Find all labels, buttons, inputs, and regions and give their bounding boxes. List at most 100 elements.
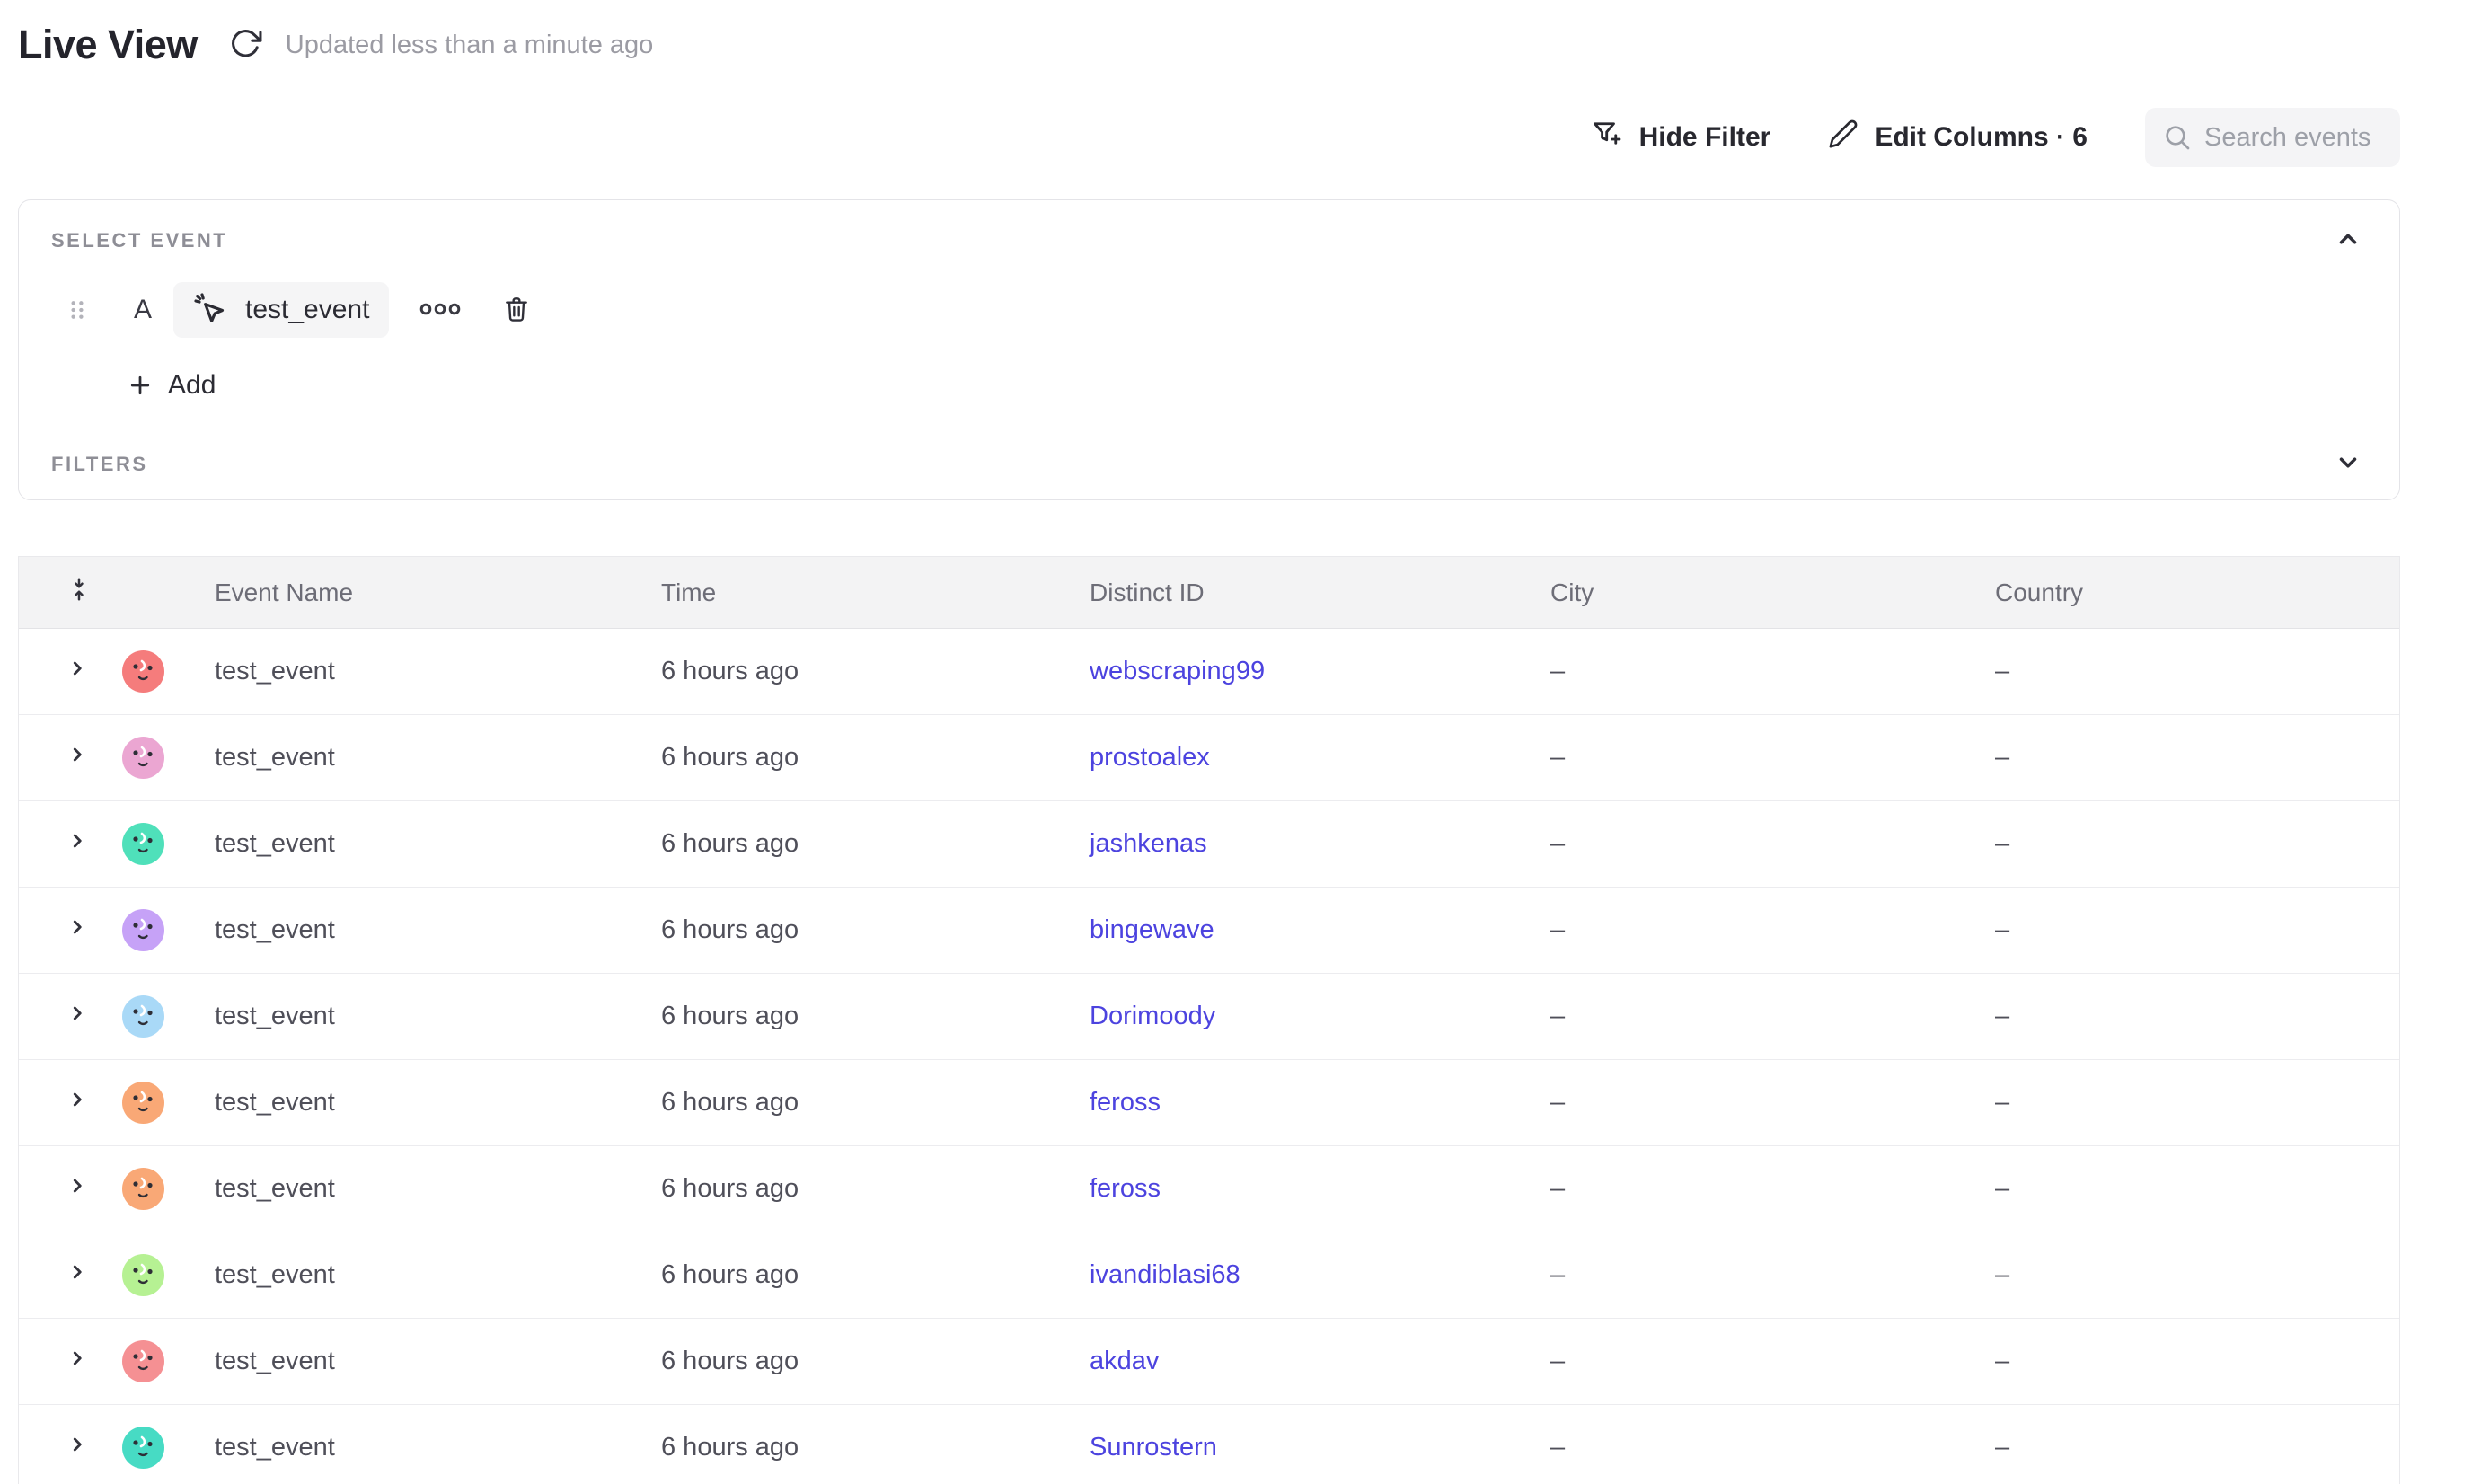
column-header-country[interactable]: Country [1995, 579, 2399, 607]
collapse-select-event-button[interactable] [2333, 224, 2363, 257]
search-events-input[interactable] [2204, 123, 2382, 153]
event-name-label: test_event [245, 295, 369, 325]
distinct-id-link[interactable]: akdav [1090, 1347, 1159, 1375]
city-cell: – [1550, 1088, 1995, 1117]
event-table-row[interactable]: test_event 6 hours ago prostoalex – – [19, 715, 2399, 801]
city-cell: – [1550, 1002, 1995, 1031]
avatar [122, 650, 164, 693]
city-cell: – [1550, 1347, 1995, 1376]
country-cell: – [1995, 1088, 2399, 1117]
city-cell: – [1550, 829, 1995, 859]
chevron-up-icon [2335, 225, 2362, 255]
column-header-distinct-id[interactable]: Distinct ID [1090, 579, 1550, 607]
event-table-row[interactable]: test_event 6 hours ago Dorimoody – – [19, 974, 2399, 1060]
event-row: A test_event [51, 282, 2363, 338]
time-cell: 6 hours ago [661, 915, 1090, 945]
city-cell: – [1550, 743, 1995, 773]
expand-row-button[interactable] [66, 1433, 105, 1463]
event-name-cell: test_event [191, 743, 661, 773]
select-event-section: SELECT EVENT A [19, 200, 2399, 428]
refresh-button[interactable] [228, 27, 264, 63]
event-table-row[interactable]: test_event 6 hours ago bingewave – – [19, 888, 2399, 974]
distinct-id-link[interactable]: bingewave [1090, 915, 1214, 944]
event-options-button[interactable] [418, 300, 463, 321]
filters-section: FILTERS [19, 428, 2399, 499]
distinct-id-link[interactable]: Dorimoody [1090, 1002, 1215, 1030]
updated-status: Updated less than a minute ago [286, 31, 654, 60]
distinct-id-link[interactable]: prostoalex [1090, 743, 1210, 772]
hide-filter-label: Hide Filter [1639, 122, 1771, 153]
event-name-cell: test_event [191, 915, 661, 945]
event-letter: A [132, 295, 154, 325]
time-cell: 6 hours ago [661, 1174, 1090, 1204]
expand-row-button[interactable] [66, 1347, 105, 1377]
avatar [122, 1082, 164, 1124]
more-options-icon [419, 302, 461, 319]
expand-row-button[interactable] [66, 1174, 105, 1205]
time-cell: 6 hours ago [661, 1002, 1090, 1031]
event-table-row[interactable]: test_event 6 hours ago feross – – [19, 1060, 2399, 1146]
country-cell: – [1995, 1174, 2399, 1204]
expand-row-button[interactable] [66, 829, 105, 860]
distinct-id-link[interactable]: webscraping99 [1090, 657, 1265, 685]
column-header-city[interactable]: City [1550, 579, 1995, 607]
delete-event-button[interactable] [500, 293, 533, 328]
search-events-box[interactable] [2145, 108, 2400, 167]
country-cell: – [1995, 657, 2399, 686]
avatar [122, 1168, 164, 1210]
event-name-cell: test_event [191, 1088, 661, 1117]
time-cell: 6 hours ago [661, 1260, 1090, 1290]
expand-row-button[interactable] [66, 1088, 105, 1118]
distinct-id-link[interactable]: jashkenas [1090, 829, 1207, 858]
expand-filters-button[interactable] [2333, 447, 2363, 481]
event-table-row[interactable]: test_event 6 hours ago Sunrostern – – [19, 1405, 2399, 1484]
expand-row-button[interactable] [66, 657, 105, 687]
event-select-button[interactable]: test_event [173, 282, 389, 338]
time-cell: 6 hours ago [661, 1433, 1090, 1462]
city-cell: – [1550, 915, 1995, 945]
avatar-circle [122, 995, 164, 1038]
page-title: Live View [18, 22, 198, 68]
events-table: Event Name Time Distinct ID City Country [18, 556, 2400, 1484]
chevron-right-icon [66, 1174, 89, 1205]
event-table-row[interactable]: test_event 6 hours ago ivandiblasi68 – – [19, 1232, 2399, 1319]
city-cell: – [1550, 657, 1995, 686]
country-cell: – [1995, 915, 2399, 945]
event-table-row[interactable]: test_event 6 hours ago jashkenas – – [19, 801, 2399, 888]
collapse-rows-button[interactable] [66, 576, 105, 609]
edit-columns-button[interactable]: Edit Columns · 6 [1828, 119, 2088, 156]
column-header-time[interactable]: Time [661, 579, 1090, 607]
hide-filter-button[interactable]: Hide Filter [1591, 118, 1771, 157]
drag-handle[interactable] [69, 299, 85, 321]
event-table-row[interactable]: test_event 6 hours ago webscraping99 – – [19, 629, 2399, 715]
avatar-circle [122, 1427, 164, 1469]
avatar [122, 909, 164, 951]
event-table-row[interactable]: test_event 6 hours ago akdav – – [19, 1319, 2399, 1405]
event-name-cell: test_event [191, 1002, 661, 1031]
event-name-cell: test_event [191, 829, 661, 859]
event-table-row[interactable]: test_event 6 hours ago feross – – [19, 1146, 2399, 1232]
avatar-circle [122, 1168, 164, 1210]
distinct-id-link[interactable]: Sunrostern [1090, 1433, 1217, 1462]
event-name-cell: test_event [191, 1260, 661, 1290]
avatar [122, 737, 164, 779]
chevron-right-icon [66, 1347, 89, 1377]
distinct-id-link[interactable]: feross [1090, 1088, 1161, 1117]
plus-icon [127, 372, 154, 399]
city-cell: – [1550, 1433, 1995, 1462]
chevron-right-icon [66, 829, 89, 860]
event-name-cell: test_event [191, 1347, 661, 1376]
avatar [122, 1254, 164, 1296]
avatar-circle [122, 1082, 164, 1124]
filter-plus-icon [1591, 118, 1623, 157]
expand-row-button[interactable] [66, 1260, 105, 1291]
expand-row-button[interactable] [66, 915, 105, 946]
distinct-id-link[interactable]: feross [1090, 1174, 1161, 1203]
add-event-button[interactable]: Add [127, 370, 216, 401]
country-cell: – [1995, 1347, 2399, 1376]
expand-row-button[interactable] [66, 1002, 105, 1032]
column-header-event-name[interactable]: Event Name [191, 579, 661, 607]
time-cell: 6 hours ago [661, 743, 1090, 773]
expand-row-button[interactable] [66, 743, 105, 773]
distinct-id-link[interactable]: ivandiblasi68 [1090, 1260, 1240, 1289]
